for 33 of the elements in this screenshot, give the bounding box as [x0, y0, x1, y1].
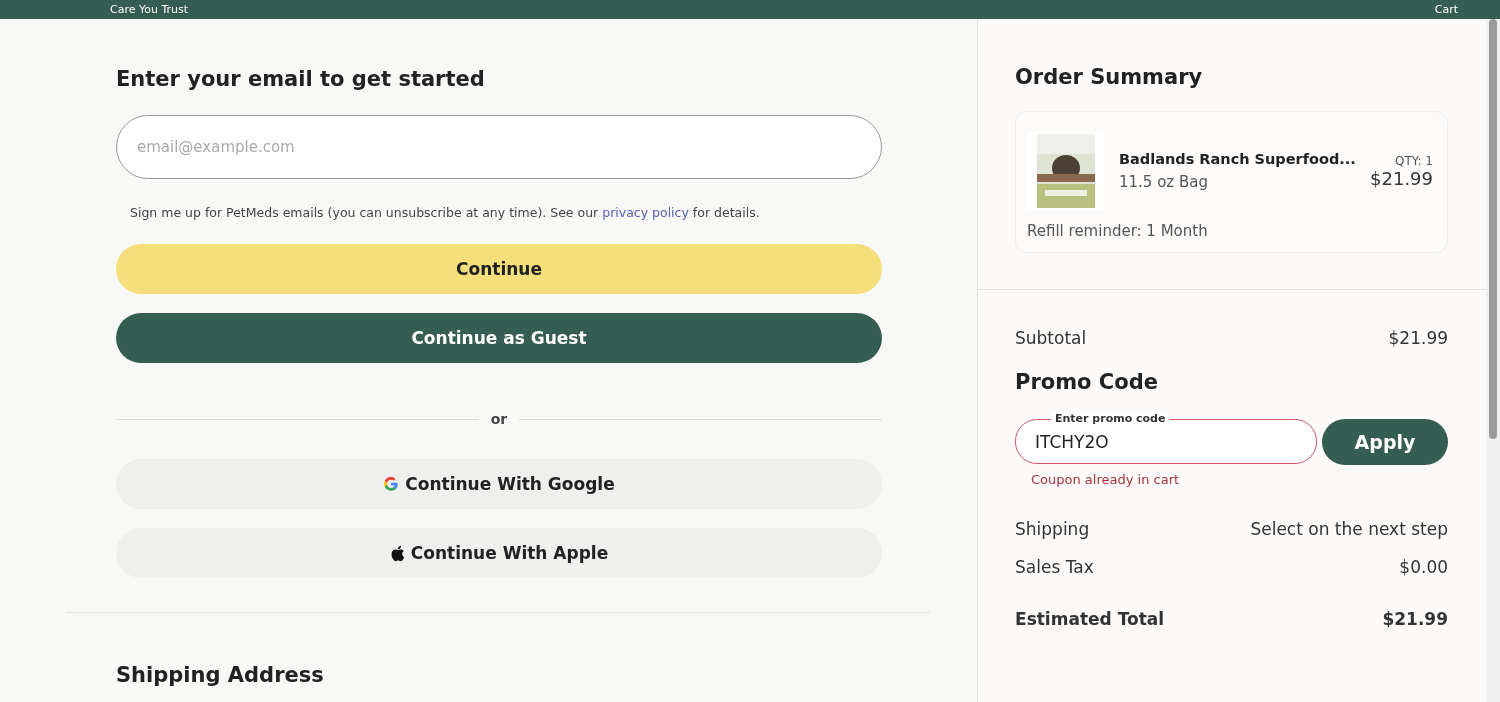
summary-label: Sales Tax [1015, 557, 1094, 577]
tagline: Care You Trust [110, 3, 189, 16]
email-field[interactable]: email@example.com [116, 115, 882, 179]
promo-title: Promo Code [1015, 370, 1159, 394]
product-price: $21.99 [1370, 167, 1433, 189]
apply-button[interactable]: Apply [1322, 419, 1448, 465]
total-value: $21.99 [1382, 609, 1448, 629]
cart-link[interactable]: Cart [1434, 3, 1458, 16]
promo-code-field[interactable]: Enter promo code ITCHY2O [1015, 412, 1317, 464]
quantity: QTY: 1 [1394, 153, 1433, 168]
continue-button[interactable]: Continue [116, 244, 882, 294]
google-sign-in-button[interactable]: Continue With Google [116, 459, 882, 509]
section-title: Shipping Address [116, 663, 325, 687]
summary-label: Subtotal [1015, 328, 1087, 348]
privacy-policy-link[interactable]: privacy policy [602, 205, 689, 220]
refill-reminder: Refill reminder: 1 Month [1027, 222, 1209, 240]
total-label: Estimated Total [1015, 609, 1165, 629]
product-variant: 11.5 oz Bag [1119, 173, 1209, 191]
apple-icon [389, 544, 405, 562]
apple-sign-in-button[interactable]: Continue With Apple [116, 528, 882, 578]
summary-value: Select on the next step [1250, 519, 1448, 539]
guest-button[interactable]: Continue as Guest [116, 313, 882, 363]
or-divider-text: or [490, 411, 508, 427]
google-icon [383, 476, 400, 492]
product-name: Badlands Ranch Superfood... [1119, 151, 1357, 167]
summary-label: Shipping [1015, 519, 1090, 539]
section-title: Enter your email to get started [116, 67, 486, 91]
summary-value: $21.99 [1388, 328, 1448, 348]
summary-value: $0.00 [1399, 557, 1448, 577]
order-summary-title: Order Summary [1015, 65, 1204, 89]
error-message: Coupon already in cart [1031, 472, 1181, 487]
consent-text: Sign me up for PetMeds emails (you can unsubscribe at any time). See our privacy policy for details. [130, 205, 761, 220]
field-label: Enter promo code [1051, 412, 1170, 426]
